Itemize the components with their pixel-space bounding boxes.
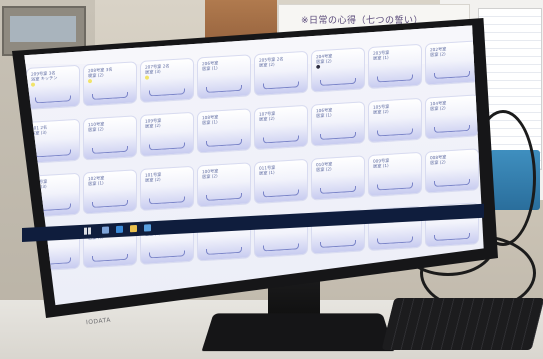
room-tile[interactable]: 100号室 居室 (2) (197, 162, 251, 208)
bed-icon (35, 149, 71, 158)
bed-icon (149, 142, 185, 151)
status-dot-icon (31, 82, 35, 87)
room-tile[interactable]: 110号室 居室 (2) (83, 115, 137, 161)
bed-icon (377, 128, 413, 137)
monitor-stand-base (201, 313, 395, 352)
room-tile-label: 109号室 居室 (2) (145, 117, 162, 129)
bed-icon (92, 253, 128, 262)
edge-icon[interactable] (116, 225, 123, 234)
room-tile-label: 106号室 居室 (1) (316, 107, 333, 119)
store-icon[interactable] (144, 224, 151, 232)
room-tile[interactable]: 008号室 居室 (2) (425, 148, 479, 194)
room-tile[interactable]: 205号室 2名 居室 (2) (254, 50, 308, 97)
room-tile[interactable]: 203号室 居室 (1) (368, 43, 422, 90)
bed-icon (149, 196, 185, 205)
room-tile[interactable]: 207号室 2名 居室 (3) (140, 57, 194, 104)
bed-icon (320, 185, 356, 195)
bed-icon (263, 135, 299, 144)
room-tile-label: 202号室 居室 (2) (430, 46, 447, 58)
room-tile-label: 105号室 居室 (2) (373, 103, 390, 115)
bed-icon (434, 124, 470, 134)
room-tile-label: 209号室 3名 浴室 キッチン (31, 70, 58, 82)
room-tile-label: 011号室 居室 (1) (259, 164, 276, 176)
keyboard (381, 298, 543, 350)
room-tile[interactable]: 206号室 居室 (1) (197, 54, 251, 100)
room-tile[interactable]: 010号室 居室 (2) (311, 155, 365, 201)
room-tile-label: 010号室 居室 (2) (316, 161, 333, 173)
bed-icon (377, 182, 413, 191)
room-tile-label: 104号室 居室 (2) (430, 100, 447, 112)
room-tile[interactable]: 104号室 居室 (2) (425, 94, 479, 140)
bed-icon (263, 189, 299, 198)
room-tile[interactable]: 107号室 居室 (2) (254, 104, 308, 151)
room-tile-label: 203号室 居室 (1) (373, 49, 390, 61)
room-tile-label: 102号室 居室 (1) (88, 175, 105, 187)
bed-icon (320, 131, 356, 141)
bed-icon (377, 74, 413, 83)
room-tile[interactable]: 202号室 居室 (2) (425, 40, 479, 86)
bed-icon (263, 81, 299, 90)
room-tile-grid: 209号室 3名 浴室 キッチン 208号室 3名 寝室 (2) 207号室 2名 … (26, 36, 484, 282)
bed-icon (206, 192, 242, 201)
room-tile-label: 207号室 2名 居室 (3) (145, 63, 170, 75)
room-tile-label: 009号室 居室 (1) (373, 157, 390, 169)
room-tile-label: 110号室 居室 (2) (88, 121, 105, 133)
room-tile[interactable]: 109号室 居室 (2) (140, 111, 194, 158)
room-tile[interactable]: 204号室 居室 (2) ● (311, 47, 365, 93)
status-dot-icon (88, 78, 92, 84)
bed-icon (377, 236, 413, 245)
alert-icon: ● (316, 63, 321, 71)
room-tile-label: 008号室 居室 (2) (430, 154, 447, 166)
room-tile-label: 100号室 居室 (2) (202, 168, 219, 180)
room-tile[interactable]: 208号室 3名 寝室 (2) (83, 61, 137, 107)
explorer-icon[interactable] (130, 224, 137, 233)
bed-icon (92, 91, 128, 100)
bed-icon (206, 84, 242, 93)
bed-icon (263, 243, 299, 252)
room-tile-label: 206号室 居室 (1) (202, 60, 219, 72)
bed-icon (92, 145, 128, 154)
bed-icon (320, 239, 356, 249)
bed-icon (320, 77, 356, 87)
room-tile[interactable]: 105号室 居室 (2) (368, 97, 422, 144)
room-tile[interactable]: 106号室 居室 (1) (311, 101, 365, 147)
bed-icon (149, 88, 185, 97)
bed-icon (434, 232, 470, 242)
room-tile-label: 107号室 居室 (2) (259, 110, 276, 122)
status-dot-icon (145, 75, 149, 80)
room-tile[interactable]: 009号室 居室 (1) (368, 151, 422, 198)
bed-icon (149, 250, 185, 259)
room-tile-label: 208号室 3名 寝室 (2) (88, 66, 113, 79)
bed-icon (206, 246, 242, 255)
bed-icon (206, 138, 242, 147)
room-tile-label: 101号室 居室 (2) (145, 171, 162, 183)
bed-icon (434, 70, 470, 80)
bed-icon (434, 178, 470, 188)
room-tile[interactable]: 102号室 居室 (1) (83, 169, 137, 215)
room-tile[interactable]: 209号室 3名 浴室 キッチン (26, 64, 80, 110)
room-tile-label: 205号室 2名 居室 (2) (259, 56, 284, 68)
room-tile-label: 204号室 居室 (2) (316, 53, 333, 65)
room-tile[interactable]: 101号室 居室 (2) (140, 165, 194, 212)
bed-icon (35, 95, 71, 104)
windows-start-icon[interactable] (84, 227, 91, 235)
task-view-icon[interactable] (102, 226, 109, 234)
photo-scene: ※日常の心得（七つの誓い） IODATA 209号室 3名 浴室 キッチン 208… (0, 0, 543, 359)
room-tile-label: 108号室 居室 (1) (202, 114, 219, 126)
bed-icon (92, 199, 128, 208)
room-tile[interactable]: 011号室 居室 (1) (254, 158, 308, 205)
room-tile[interactable]: 108号室 居室 (1) (197, 108, 251, 154)
